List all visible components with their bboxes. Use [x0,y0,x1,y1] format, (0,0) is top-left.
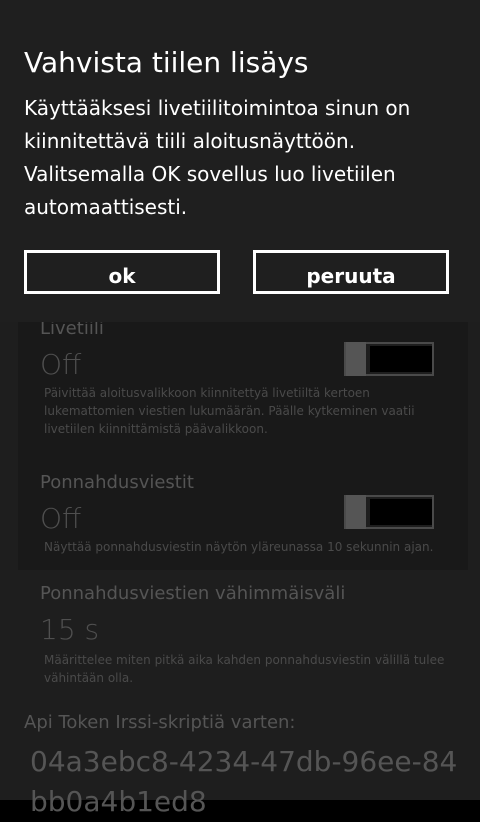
popups-toggle[interactable] [344,495,434,529]
popup-interval-value[interactable]: 15 s [40,613,99,646]
toggle-track [370,346,432,372]
live-tile-description: Päivittää aloitusvalikkoon kiinnitettyä … [44,386,415,436]
ok-button[interactable]: ok [24,250,220,294]
toggle-track [370,499,432,525]
live-tile-toggle[interactable] [344,342,434,376]
cancel-button[interactable]: peruuta [253,250,449,294]
api-token-label: Api Token Irssi-skriptiä varten: [24,712,296,733]
popup-interval-label: Ponnahdusviestien vähimmäisväli [40,583,346,604]
popups-label: Ponnahdusviestit [40,472,194,493]
popup-interval-description: Määrittelee miten pitkä aika kahden ponn… [44,653,445,685]
confirm-tile-dialog: Vahvista tiilen lisäys Käyttääksesi live… [0,0,480,322]
dialog-title: Vahvista tiilen lisäys [24,46,309,79]
popups-value: Off [40,502,82,535]
toggle-knob [346,495,366,529]
popups-description: Näyttää ponnahdusviestin näytön yläreuna… [44,540,434,554]
dialog-message: Käyttääksesi livetiilitoimintoa sinun on… [24,96,411,219]
live-tile-value: Off [40,348,82,381]
api-token-value[interactable]: 04a3ebc8-4234-47db-96ee-84bb0a4b1ed8 [30,742,470,822]
toggle-knob [346,342,366,376]
